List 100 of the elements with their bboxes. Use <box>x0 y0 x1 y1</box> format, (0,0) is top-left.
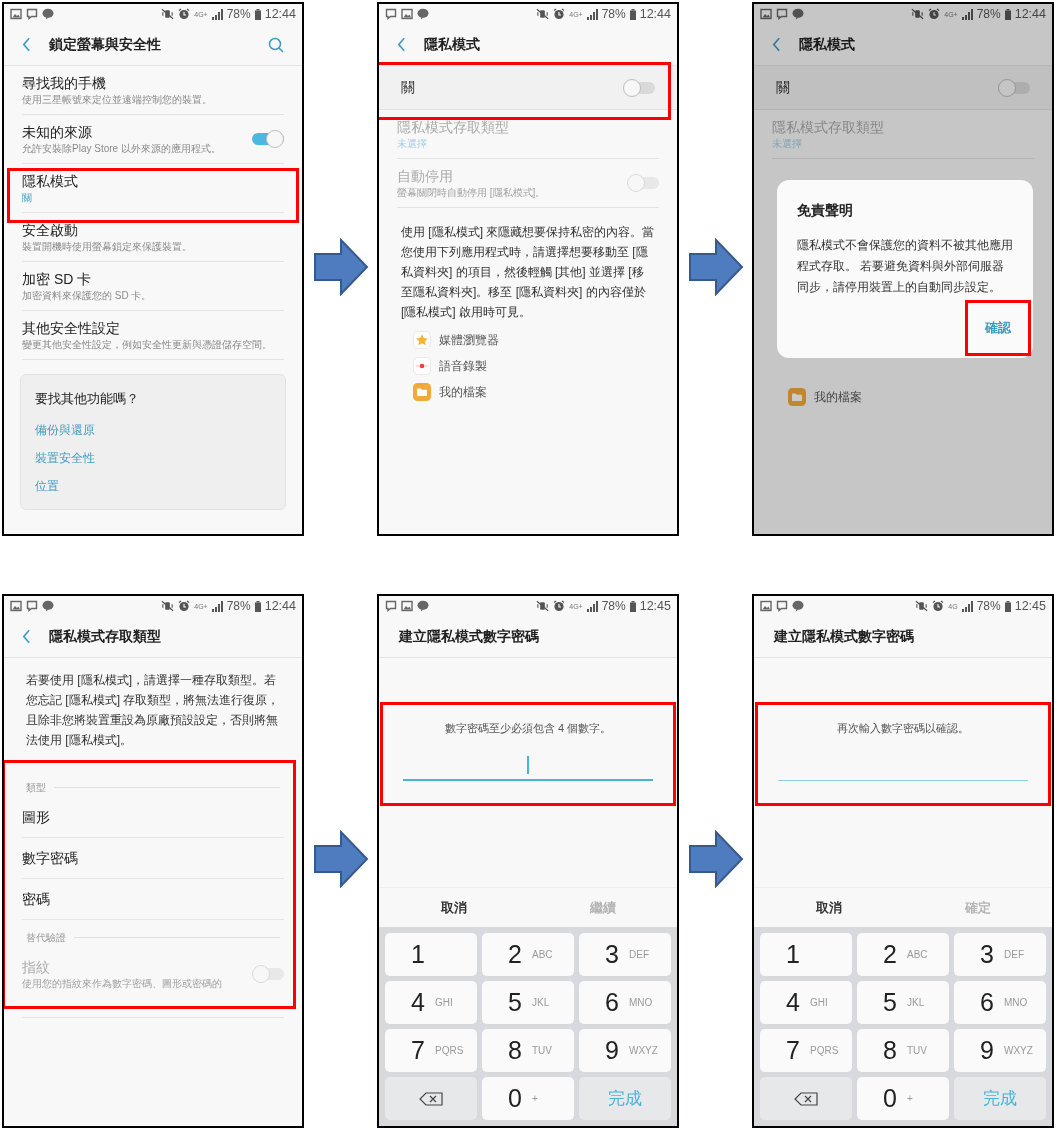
settings-item[interactable]: 隱私模式 關 <box>22 164 284 213</box>
settings-item[interactable]: 尋找我的手機 使用三星帳號來定位並遠端控制您的裝置。 <box>22 66 284 115</box>
clock-time: 12:45 <box>639 597 671 615</box>
signal-icon <box>211 600 223 612</box>
mute-icon <box>536 8 550 20</box>
keypad-key[interactable]: 7 PQRS <box>385 1029 477 1072</box>
message-icon <box>776 8 788 20</box>
battery-icon <box>629 8 636 20</box>
keypad-key[interactable]: 1 <box>385 933 477 976</box>
keypad-key[interactable]: 2 ABC <box>482 933 574 976</box>
app-name: 媒體瀏覽器 <box>439 332 499 349</box>
backspace-key[interactable] <box>385 1077 477 1120</box>
keypad-key[interactable]: 0 + <box>857 1077 949 1120</box>
keypad-key[interactable]: 3 DEF <box>954 933 1046 976</box>
picture-icon <box>10 600 22 612</box>
record-icon <box>413 357 431 375</box>
settings-item[interactable]: 加密 SD 卡 加密資料來保護您的 SD 卡。 <box>22 262 284 311</box>
keypad-key[interactable]: 4 GHI <box>385 981 477 1024</box>
settings-item[interactable]: 未知的來源 允許安裝除Play Store 以外來源的應用程式。 <box>22 115 284 164</box>
screen-title: 建立隱私模式數字密碼 <box>397 627 539 646</box>
backspace-icon <box>794 1091 818 1106</box>
folder-icon <box>413 383 431 401</box>
right-arrow-icon <box>687 830 744 888</box>
chat-bubble-icon <box>42 600 54 612</box>
toggle-switch[interactable] <box>998 78 1030 97</box>
alarm-icon <box>932 600 945 612</box>
screen-title: 隱私模式存取類型 <box>49 627 161 646</box>
chat-bubble-icon <box>417 600 429 612</box>
alarm-icon <box>553 600 566 612</box>
option-item[interactable]: 數字密碼 <box>22 838 284 879</box>
keypad-key[interactable]: 4 GHI <box>760 981 852 1024</box>
text-cursor <box>527 755 529 774</box>
message-icon <box>26 8 38 20</box>
dialog-title: 免責聲明 <box>797 201 854 220</box>
battery-icon <box>254 600 261 612</box>
picture-icon <box>401 8 413 20</box>
chat-bubble-icon <box>792 8 804 20</box>
star-icon <box>413 331 431 349</box>
keypad-key[interactable]: 3 DEF <box>579 933 671 976</box>
back-icon[interactable] <box>772 37 781 52</box>
screen-title: 隱私模式 <box>799 35 855 54</box>
switch-row[interactable]: 關 <box>379 66 677 110</box>
option-item[interactable]: 圖形 <box>22 797 284 838</box>
back-icon[interactable] <box>22 629 31 644</box>
clock-time: 12:44 <box>264 5 296 23</box>
mute-icon <box>915 600 929 612</box>
settings-item[interactable]: 其他安全性設定 變更其他安全性設定，例如安全性更新與憑證儲存空間。 <box>22 311 284 360</box>
picture-icon <box>401 600 413 612</box>
keypad-key[interactable]: 6 MNO <box>954 981 1046 1024</box>
battery-icon <box>1004 600 1011 612</box>
folder-icon <box>788 388 806 406</box>
screen-title: 隱私模式 <box>424 35 480 54</box>
prompt-text: 再次輸入數字密碼以確認。 <box>837 721 969 736</box>
mute-icon <box>911 8 925 20</box>
battery-percent: 78% <box>976 598 1001 615</box>
keypad-key[interactable]: 1 <box>760 933 852 976</box>
screen-title: 鎖定螢幕與安全性 <box>49 35 161 54</box>
mute-icon <box>536 600 550 612</box>
mute-icon <box>161 8 175 20</box>
back-icon[interactable] <box>397 37 406 52</box>
keypad-key[interactable]: 7 PQRS <box>760 1029 852 1072</box>
keypad-key[interactable]: 0 + <box>482 1077 574 1120</box>
settings-item[interactable]: 安全啟動 裝置開機時使用螢幕鎖定來保護裝置。 <box>22 213 284 262</box>
battery-percent: 78% <box>226 598 251 615</box>
signal-icon <box>211 8 223 20</box>
signal-icon <box>961 8 973 20</box>
search-icon[interactable] <box>268 36 284 53</box>
switch-row[interactable]: 關 <box>754 66 1052 110</box>
keypad-key[interactable]: 5 JKL <box>857 981 949 1024</box>
toggle-switch[interactable] <box>252 130 284 148</box>
battery-icon <box>629 600 636 612</box>
signal-icon <box>586 600 598 612</box>
alarm-icon <box>178 8 191 20</box>
battery-percent: 78% <box>601 598 626 615</box>
chat-bubble-icon <box>417 8 429 20</box>
keypad-key[interactable]: 6 MNO <box>579 981 671 1024</box>
backspace-key[interactable] <box>760 1077 852 1120</box>
keypad-key[interactable]: 9 WXYZ <box>579 1029 671 1072</box>
picture-icon <box>760 600 772 612</box>
action-button[interactable]: 取消 <box>754 888 903 927</box>
clock-time: 12:44 <box>264 597 296 615</box>
message-icon <box>26 600 38 612</box>
action-button[interactable]: 取消 <box>379 888 528 927</box>
keypad-key[interactable]: 9 WXYZ <box>954 1029 1046 1072</box>
keypad-key[interactable]: 5 JKL <box>482 981 574 1024</box>
alarm-icon <box>928 8 941 20</box>
signal-icon <box>586 8 598 20</box>
alarm-icon <box>178 600 191 612</box>
message-icon <box>385 600 397 612</box>
option-item[interactable]: 密碼 <box>22 879 284 920</box>
description-text: 若要使用 [隱私模式]，請選擇一種存取類型。若您忘記 [隱私模式] 存取類型，將無法進行復原，且除非您將裝置重設為原廠預設設定，否則將無法使用 [隱私模式]。 <box>25 672 281 749</box>
keypad-key[interactable]: 8 TUV <box>482 1029 574 1072</box>
clock-time: 12:44 <box>639 5 671 23</box>
keypad-key[interactable]: 8 TUV <box>857 1029 949 1072</box>
right-arrow-icon <box>312 830 369 888</box>
picture-icon <box>760 8 772 20</box>
backspace-icon <box>419 1091 443 1106</box>
toggle-switch[interactable] <box>623 78 655 97</box>
back-icon[interactable] <box>22 37 31 52</box>
keypad-key[interactable]: 2 ABC <box>857 933 949 976</box>
